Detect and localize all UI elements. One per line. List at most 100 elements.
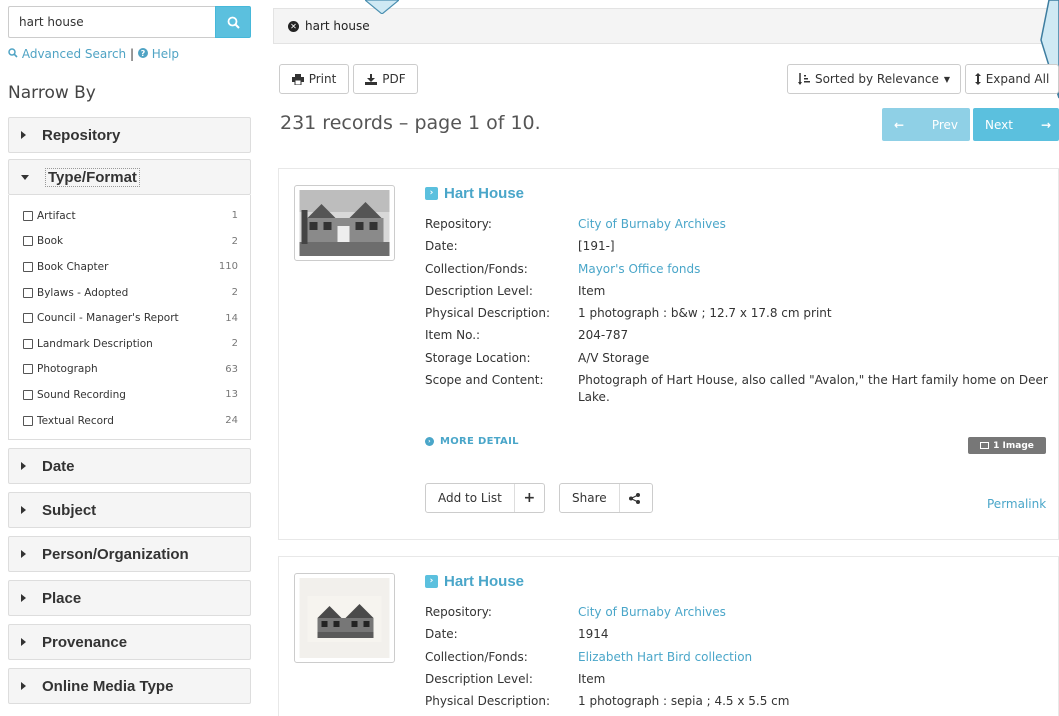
facet-option-bylaws[interactable]: Bylaws - Adopted 2 — [23, 280, 238, 306]
repository-link[interactable]: City of Burnaby Archives — [578, 216, 1055, 233]
field-label: Description Level: — [425, 671, 533, 686]
field-row: Date: [191-] — [425, 238, 1055, 255]
field-row: Collection/Fonds: Elizabeth Hart Bird col… — [425, 649, 1055, 666]
facet-option-book-chapter[interactable]: Book Chapter 110 — [23, 254, 238, 280]
caret-down-icon — [21, 174, 29, 180]
facet-label: Person/Organization — [42, 545, 189, 563]
field-value: 1914 — [578, 627, 609, 642]
facet-option-count: 63 — [225, 363, 238, 375]
checkbox[interactable] — [23, 415, 33, 426]
field-row: Description Level: Item — [425, 283, 1055, 300]
facet-option-book[interactable]: Book 2 — [23, 229, 238, 255]
facet-option-landmark[interactable]: Landmark Description 2 — [23, 331, 238, 357]
help-label: Help — [151, 47, 180, 61]
remove-query-icon[interactable]: ✕ — [288, 20, 299, 32]
result-title-row[interactable]: › Hart House — [425, 573, 524, 590]
image-icon — [980, 442, 990, 449]
results-summary: 231 records – page 1 of 10. — [280, 112, 541, 134]
field-label: Storage Location: — [425, 350, 531, 365]
image-count-label: 1 Image — [993, 440, 1034, 451]
checkbox[interactable] — [23, 364, 33, 375]
tooltip-pointer-shape — [365, 0, 399, 14]
advanced-search-label: Advanced Search — [21, 47, 127, 61]
add-to-list-label: Add to List — [438, 491, 502, 505]
field-label: Collection/Fonds: — [425, 649, 528, 664]
result-title-row[interactable]: › Hart House — [425, 185, 524, 202]
caret-right-icon — [21, 550, 26, 559]
field-value: 1 photograph : sepia ; 4.5 x 5.5 cm — [578, 694, 790, 709]
result-thumbnail[interactable] — [294, 185, 395, 261]
share-icon — [618, 484, 649, 512]
checkbox[interactable] — [23, 389, 33, 400]
facet-option-count: 1 — [231, 210, 238, 222]
permalink-link[interactable]: Permalink — [987, 497, 1046, 511]
link-separator: | — [129, 47, 135, 61]
advanced-search-link[interactable]: Advanced Search — [8, 47, 126, 61]
field-value: 204-787 — [578, 328, 629, 343]
sort-dropdown[interactable]: Sorted by Relevance ▼ — [787, 64, 961, 94]
caret-right-icon — [21, 682, 26, 691]
help-link[interactable]: ? Help — [137, 47, 180, 61]
checkbox[interactable] — [23, 287, 33, 298]
facet-option-count: 13 — [225, 389, 238, 401]
arrow-right-icon: → — [1040, 117, 1051, 132]
field-label: Description Level: — [425, 283, 533, 298]
checkbox[interactable] — [23, 338, 33, 349]
facet-option-label: Photograph — [37, 363, 98, 376]
checkbox[interactable] — [23, 236, 33, 247]
facet-option-artifact[interactable]: Artifact 1 — [23, 203, 238, 229]
collection-link[interactable]: Mayor's Office fonds — [578, 261, 1055, 278]
next-page-button[interactable]: Next → — [973, 108, 1059, 141]
facet-label: Subject — [42, 501, 97, 519]
facet-option-sound-recording[interactable]: Sound Recording 13 — [23, 382, 238, 408]
caret-right-icon — [21, 594, 26, 603]
facet-online-media-type[interactable]: Online Media Type — [8, 668, 251, 705]
house-photo-image — [299, 578, 390, 658]
search-links: Advanced Search | ? Help — [8, 47, 251, 61]
chevron-right-circle-icon: › — [425, 437, 434, 446]
checkbox[interactable] — [23, 313, 33, 324]
result-title[interactable]: Hart House — [444, 573, 524, 590]
facet-provenance[interactable]: Provenance — [8, 624, 251, 661]
checkbox[interactable] — [23, 210, 33, 221]
pdf-button[interactable]: PDF — [353, 64, 418, 94]
search-button[interactable] — [215, 6, 251, 38]
facet-repository[interactable]: Repository — [8, 117, 251, 153]
print-button[interactable]: Print — [279, 64, 349, 94]
expand-all-button[interactable]: Expand All — [965, 64, 1059, 94]
field-row: Physical Description: 1 photograph : b&w … — [425, 305, 1055, 322]
more-detail-link[interactable]: › MORE DETAIL — [425, 436, 519, 447]
facet-date[interactable]: Date — [8, 448, 251, 485]
repository-link[interactable]: City of Burnaby Archives — [578, 604, 1055, 621]
plus-icon: + — [513, 484, 544, 512]
prev-label: Prev — [931, 117, 958, 132]
prev-page-button[interactable]: ← Prev — [882, 108, 970, 141]
facet-option-label: Textual Record — [37, 414, 114, 427]
add-to-list-button[interactable]: Add to List + — [425, 483, 545, 513]
facet-place[interactable]: Place — [8, 580, 251, 617]
facet-person-organization[interactable]: Person/Organization — [8, 536, 251, 573]
checkbox[interactable] — [23, 261, 33, 272]
facet-subject[interactable]: Subject — [8, 492, 251, 529]
result-title[interactable]: Hart House — [444, 185, 524, 202]
search-bar — [8, 6, 251, 38]
result-thumbnail[interactable] — [294, 573, 395, 663]
facet-option-count: 14 — [225, 312, 238, 324]
facet-option-label: Landmark Description — [37, 337, 153, 350]
facet-label: Place — [42, 589, 82, 607]
facet-type-format[interactable]: Type/Format — [8, 159, 251, 195]
facet-option-count: 2 — [231, 287, 238, 299]
field-row: Physical Description: 1 photograph : sepi… — [425, 693, 1055, 710]
collection-link[interactable]: Elizabeth Hart Bird collection — [578, 649, 1055, 666]
share-button[interactable]: Share — [559, 483, 653, 513]
field-row: Scope and Content: Photograph of Hart Hou… — [425, 372, 1055, 406]
facet-option-count: 24 — [225, 415, 238, 427]
facet-option-textual-record[interactable]: Textual Record 24 — [23, 408, 238, 434]
field-value: A/V Storage — [578, 350, 650, 365]
print-label: Print — [308, 72, 337, 86]
facet-option-photograph[interactable]: Photograph 63 — [23, 357, 238, 383]
print-icon — [291, 73, 304, 85]
search-input[interactable] — [8, 6, 215, 38]
caret-right-icon — [21, 462, 26, 471]
facet-option-council-report[interactable]: Council - Manager's Report 14 — [23, 305, 238, 331]
